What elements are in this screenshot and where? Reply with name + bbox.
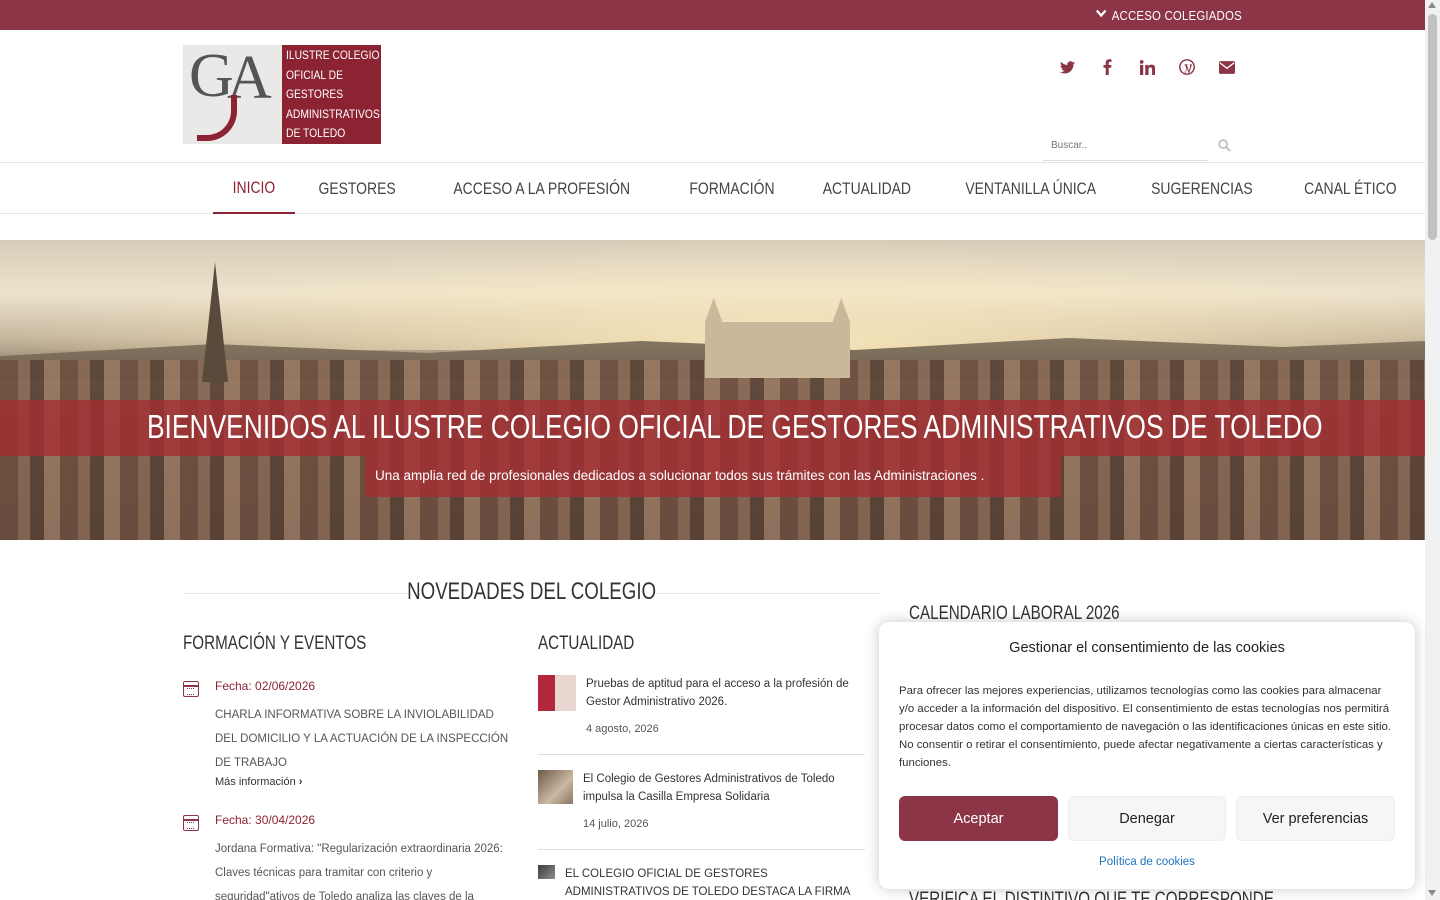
hero-title: BIENVENIDOS AL ILUSTRE COLEGIO OFICIAL D… bbox=[146, 408, 1323, 445]
nav-item-formacion[interactable]: FORMACIÓN bbox=[665, 163, 799, 214]
event-item: Fecha: 02/06/2026 CHARLA INFORMATIVA SOB… bbox=[183, 679, 513, 799]
news-thumbnail[interactable] bbox=[538, 770, 573, 804]
scroll-up-arrow[interactable] bbox=[1428, 2, 1436, 8]
news-date: 14 julio, 2026 bbox=[583, 818, 649, 830]
nav-item-canal-etico[interactable]: CANAL ÉTICO bbox=[1279, 163, 1422, 214]
main-nav: INICIO GESTORES ACCESO A LA PROFESIÓN FO… bbox=[0, 162, 1425, 214]
verify-heading: VERIFICA EL DISTINTIVO QUE TE CORRESPOND… bbox=[909, 889, 1274, 900]
logo-text: ILUSTRE COLEGIO OFICIAL DE GESTORES ADMI… bbox=[282, 45, 381, 144]
hero-subtitle: Una amplia red de profesionales dedicado… bbox=[375, 468, 985, 483]
nav-item-gestores[interactable]: GESTORES bbox=[295, 163, 419, 214]
news-date: 4 agosto, 2026 bbox=[586, 723, 659, 735]
news-thumbnail[interactable] bbox=[538, 675, 576, 711]
chevron-down-icon bbox=[1096, 9, 1107, 21]
nav-item-sugerencias[interactable]: SUGERENCIAS bbox=[1125, 163, 1279, 214]
event-item: Fecha: 30/04/2026 Jordana Formativa: "Re… bbox=[183, 813, 513, 900]
cookie-title: Gestionar el consentimiento de las cooki… bbox=[1009, 640, 1285, 656]
nav-item-actualidad[interactable]: ACTUALIDAD bbox=[798, 163, 936, 214]
search-input[interactable] bbox=[1043, 131, 1208, 161]
twitter-icon[interactable] bbox=[1056, 56, 1078, 78]
news-heading: ACTUALIDAD bbox=[538, 633, 635, 654]
wordpress-icon[interactable] bbox=[1176, 56, 1198, 78]
news-thumbnail[interactable] bbox=[538, 865, 555, 879]
logo-mark: GA bbox=[183, 45, 282, 144]
scrollbar-thumb[interactable] bbox=[1428, 14, 1437, 240]
envelope-icon[interactable] bbox=[1216, 56, 1238, 78]
cookie-policy-link[interactable]: Política de cookies bbox=[879, 856, 1415, 868]
nav-item-inicio[interactable]: INICIO bbox=[213, 163, 295, 214]
event-title[interactable]: Jordana Formativa: "Regularización extra… bbox=[215, 837, 513, 900]
nav-item-ventanilla-unica[interactable]: VENTANILLA ÚNICA bbox=[936, 163, 1125, 214]
event-date: Fecha: 02/06/2026 bbox=[215, 679, 316, 693]
event-title[interactable]: CHARLA INFORMATIVA SOBRE LA INVIOLABILID… bbox=[215, 703, 513, 775]
nav-item-acceso-profesion[interactable]: ACCESO A LA PROFESIÓN bbox=[419, 163, 664, 214]
section-title: NOVEDADES DEL COLEGIO bbox=[183, 578, 880, 608]
linkedin-icon[interactable] bbox=[1136, 56, 1158, 78]
scroll-down-arrow[interactable] bbox=[1428, 890, 1436, 896]
news-item[interactable]: Pruebas de aptitud para el acceso a la p… bbox=[538, 675, 865, 755]
calendar-icon bbox=[183, 681, 199, 697]
event-date: Fecha: 30/04/2026 bbox=[215, 813, 316, 827]
facebook-icon[interactable] bbox=[1096, 56, 1118, 78]
access-colegiados-label: ACCESO COLEGIADOS bbox=[1111, 7, 1242, 23]
calendar-icon bbox=[183, 815, 199, 831]
access-colegiados-button[interactable]: ACCESO COLEGIADOS bbox=[1096, 0, 1242, 30]
hero-banner: BIENVENIDOS AL ILUSTRE COLEGIO OFICIAL D… bbox=[0, 240, 1425, 540]
news-title[interactable]: Pruebas de aptitud para el acceso a la p… bbox=[586, 675, 861, 711]
more-info-link[interactable]: Más información › bbox=[215, 776, 302, 788]
deny-button[interactable]: Denegar bbox=[1068, 796, 1226, 841]
news-title[interactable]: El Colegio de Gestores Administrativos d… bbox=[583, 770, 858, 806]
chevron-right-icon: › bbox=[298, 776, 303, 788]
news-item[interactable]: EL COLEGIO OFICIAL DE GESTORES ADMINISTR… bbox=[538, 865, 865, 900]
accept-button[interactable]: Aceptar bbox=[899, 796, 1058, 841]
search-icon[interactable] bbox=[1218, 139, 1231, 152]
events-heading: FORMACIÓN Y EVENTOS bbox=[183, 633, 367, 654]
news-title[interactable]: EL COLEGIO OFICIAL DE GESTORES ADMINISTR… bbox=[565, 865, 865, 900]
preferences-button[interactable]: Ver preferencias bbox=[1236, 796, 1395, 841]
top-bar: ACCESO COLEGIADOS bbox=[0, 0, 1425, 30]
section-title-text: NOVEDADES DEL COLEGIO bbox=[407, 578, 656, 606]
news-item[interactable]: El Colegio de Gestores Administrativos d… bbox=[538, 770, 865, 850]
cookie-consent-dialog: Gestionar el consentimiento de las cooki… bbox=[879, 622, 1415, 889]
cookie-body: Para ofrecer las mejores experiencias, u… bbox=[899, 685, 1391, 769]
search-form bbox=[1043, 131, 1233, 161]
site-logo[interactable]: GA ILUSTRE COLEGIO OFICIAL DE GESTORES A… bbox=[183, 45, 381, 144]
page-scrollbar[interactable] bbox=[1425, 0, 1440, 900]
social-links bbox=[1056, 56, 1238, 78]
